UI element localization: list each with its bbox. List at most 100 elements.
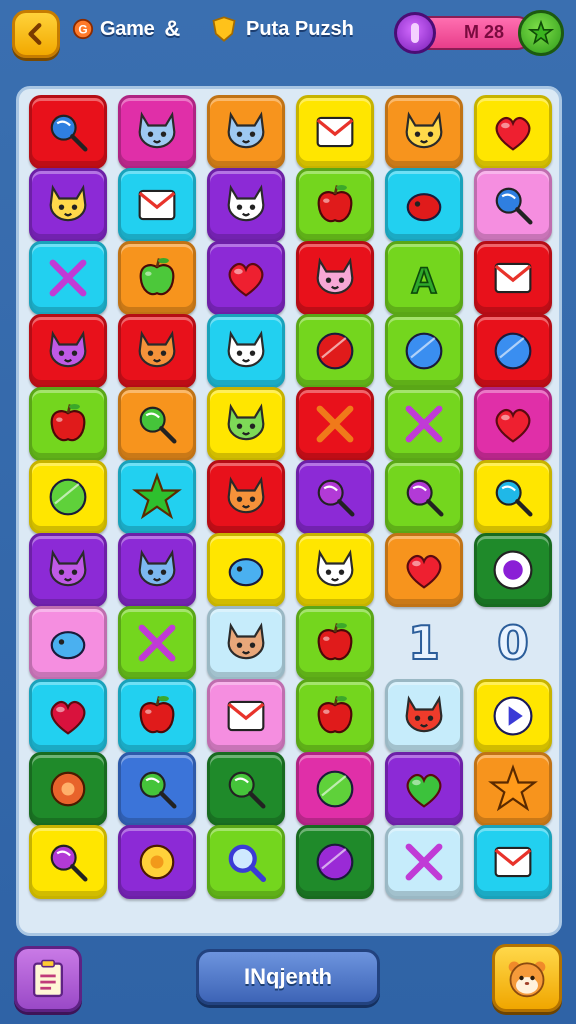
menu-button[interactable]: [14, 946, 82, 1012]
board-tile[interactable]: [296, 606, 374, 680]
board-tile[interactable]: [207, 95, 285, 169]
board-tile[interactable]: [207, 752, 285, 826]
board-tile[interactable]: 0: [474, 606, 552, 680]
cat-face-icon: [131, 106, 183, 158]
purple-candy-icon: [42, 836, 94, 888]
game-title: Game: [100, 17, 155, 40]
board-tile[interactable]: [474, 460, 552, 534]
board-tile[interactable]: [385, 314, 463, 388]
board-tile[interactable]: [296, 314, 374, 388]
purple-donut-icon: [487, 544, 539, 596]
blue-lollipop-icon: [42, 106, 94, 158]
add-currency-button[interactable]: [518, 10, 564, 56]
board-tile[interactable]: [296, 241, 374, 315]
main-action-button[interactable]: INqjenth: [196, 949, 380, 1005]
board-tile[interactable]: [385, 168, 463, 242]
board-tile[interactable]: [207, 825, 285, 899]
board-tile[interactable]: [118, 314, 196, 388]
blue-candy-icon: [487, 179, 539, 231]
board-tile[interactable]: [296, 387, 374, 461]
board-tile[interactable]: [118, 460, 196, 534]
shield-icon: [212, 16, 236, 42]
board-tile[interactable]: [385, 95, 463, 169]
play-icon: [487, 690, 539, 742]
purple-z-icon: [398, 398, 450, 450]
board-tile[interactable]: [296, 825, 374, 899]
board-tile[interactable]: [385, 752, 463, 826]
board-tile[interactable]: [207, 606, 285, 680]
board-tile[interactable]: [29, 825, 107, 899]
board-tile[interactable]: [296, 752, 374, 826]
board-tile[interactable]: [207, 460, 285, 534]
board-tile[interactable]: [118, 825, 196, 899]
board-tile[interactable]: [474, 825, 552, 899]
board-tile[interactable]: [207, 241, 285, 315]
board-tile[interactable]: [29, 679, 107, 753]
heart-icon: [487, 106, 539, 158]
board-tile[interactable]: [474, 95, 552, 169]
board-tile[interactable]: [118, 95, 196, 169]
board-tile[interactable]: [118, 387, 196, 461]
board-tile[interactable]: [474, 241, 552, 315]
board-tile[interactable]: [474, 533, 552, 607]
board-tile[interactable]: 1: [385, 606, 463, 680]
board-tile[interactable]: [118, 752, 196, 826]
board-tile[interactable]: [296, 168, 374, 242]
blue-ball-icon: [398, 325, 450, 377]
board-tile[interactable]: [474, 168, 552, 242]
board-tile[interactable]: [385, 460, 463, 534]
pet-button[interactable]: [492, 944, 562, 1012]
board-tile[interactable]: [207, 314, 285, 388]
back-button[interactable]: [12, 10, 60, 58]
blue-fish-icon: [42, 617, 94, 669]
blue-bird-icon: [220, 544, 272, 596]
board-tile[interactable]: [385, 387, 463, 461]
board-tile[interactable]: [118, 168, 196, 242]
board-tile[interactable]: [474, 752, 552, 826]
board-tile[interactable]: [474, 387, 552, 461]
currency-value: M 28: [463, 22, 505, 42]
board-tile[interactable]: [118, 679, 196, 753]
board-tile[interactable]: [385, 533, 463, 607]
subtitle-group: Puta Puzsh: [210, 15, 354, 43]
board-tile[interactable]: [207, 533, 285, 607]
purple-ball-icon: [309, 836, 361, 888]
board-tile[interactable]: [296, 533, 374, 607]
board-tile[interactable]: [29, 752, 107, 826]
hat-face-icon: [42, 179, 94, 231]
blue-cat-icon: [131, 544, 183, 596]
game-board: A 10: [16, 86, 562, 936]
board-tile[interactable]: [29, 460, 107, 534]
board-tile[interactable]: [29, 533, 107, 607]
board-tile[interactable]: A: [385, 241, 463, 315]
tile-number: 1: [407, 615, 441, 671]
red-gift-icon: [398, 179, 450, 231]
puzzle-name: Puta Puzsh: [246, 17, 354, 40]
green-candy-icon: [131, 763, 183, 815]
board-tile[interactable]: [296, 95, 374, 169]
board-tile[interactable]: [29, 241, 107, 315]
board-tile[interactable]: [29, 606, 107, 680]
board-tile[interactable]: [207, 679, 285, 753]
board-tile[interactable]: [207, 168, 285, 242]
board-tile[interactable]: [474, 314, 552, 388]
board-tile[interactable]: [118, 533, 196, 607]
board-tile[interactable]: [118, 241, 196, 315]
board-tile[interactable]: [207, 387, 285, 461]
board-tile[interactable]: [385, 679, 463, 753]
board-tile[interactable]: [118, 606, 196, 680]
board-tile[interactable]: [385, 825, 463, 899]
green-heart-icon: [398, 763, 450, 815]
clipboard-icon: [33, 959, 63, 998]
board-tile[interactable]: [29, 168, 107, 242]
board-tile[interactable]: [296, 460, 374, 534]
board-tile[interactable]: [29, 314, 107, 388]
board-tile[interactable]: [29, 95, 107, 169]
apple-icon: [309, 690, 361, 742]
board-tile[interactable]: [296, 679, 374, 753]
board-tile[interactable]: [474, 679, 552, 753]
board-tile[interactable]: [29, 387, 107, 461]
pig-face-icon: [309, 252, 361, 304]
envelope-icon: [131, 179, 183, 231]
top-bar: G Game & Puta Puzsh M 28: [0, 0, 576, 70]
